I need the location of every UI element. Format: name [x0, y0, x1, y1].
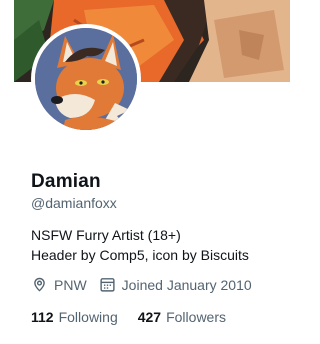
followers-link[interactable]: 427 Followers [138, 309, 226, 325]
followers-label: Followers [166, 309, 226, 325]
avatar[interactable] [31, 24, 141, 134]
bio-line: NSFW Furry Artist (18+) [31, 227, 181, 243]
joined-item: Joined January 2010 [99, 276, 252, 293]
display-name: Damian [31, 171, 101, 192]
follow-stats: 112 Following 427 Followers [31, 309, 246, 325]
location-pin-icon [34, 277, 45, 292]
user-handle: @damianfoxx [31, 195, 117, 211]
location-item: PNW [31, 276, 87, 293]
following-link[interactable]: 112 Following [31, 309, 118, 325]
avatar-image [35, 28, 137, 130]
location-text: PNW [54, 276, 87, 293]
profile-card: Damian @damianfoxx NSFW Furry Artist (18… [0, 0, 290, 344]
calendar-icon [100, 278, 115, 292]
bio-line: Header by Comp5, icon by Biscuits [31, 247, 249, 263]
joined-text: Joined January 2010 [121, 276, 252, 293]
followers-count: 427 [137, 309, 162, 325]
following-count: 112 [31, 309, 54, 325]
following-label: Following [58, 309, 118, 325]
profile-meta: PNW Joined January 2010 [31, 276, 264, 293]
bio: NSFW Furry Artist (18+) Header by Comp5,… [31, 225, 249, 265]
